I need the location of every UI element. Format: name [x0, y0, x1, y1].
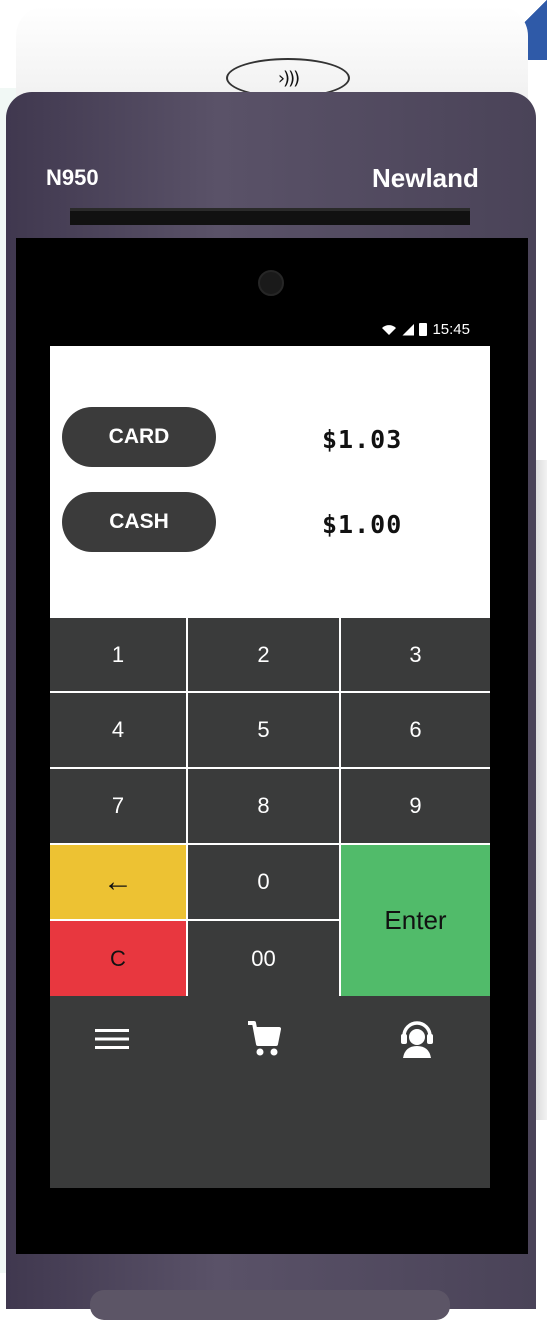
key-4[interactable]: 4	[50, 693, 186, 767]
bottom-nav	[50, 996, 490, 1188]
key-1[interactable]: 1	[50, 618, 186, 691]
key-0[interactable]: 0	[188, 845, 339, 919]
menu-icon	[95, 1029, 129, 1049]
key-2[interactable]: 2	[188, 618, 339, 691]
key-8[interactable]: 8	[188, 769, 339, 843]
signal-icon	[402, 323, 415, 336]
cash-payment-button[interactable]: CASH	[62, 492, 216, 552]
device-foot	[90, 1290, 450, 1320]
card-amount: $1.03	[322, 425, 403, 454]
status-bar: 15:45	[50, 315, 490, 346]
backspace-button[interactable]: ←	[50, 845, 186, 919]
key-6[interactable]: 6	[341, 693, 490, 767]
enter-button[interactable]: Enter	[341, 845, 490, 996]
clear-button[interactable]: C	[50, 921, 186, 996]
camera-icon	[258, 270, 284, 296]
status-icons: 15:45	[381, 321, 470, 338]
menu-button[interactable]	[82, 1014, 142, 1064]
key-7[interactable]: 7	[50, 769, 186, 843]
key-9[interactable]: 9	[341, 769, 490, 843]
key-3[interactable]: 3	[341, 618, 490, 691]
device-brand-label: Newland	[372, 163, 479, 193]
support-button[interactable]	[387, 1014, 447, 1064]
card-payment-button[interactable]: CARD	[62, 407, 216, 467]
battery-icon	[419, 323, 428, 336]
keypad: 1 2 3 4 5 6 7 8 9 ← 0 Enter C 00	[50, 616, 490, 996]
support-agent-icon	[401, 1021, 433, 1058]
cash-amount: $1.00	[322, 510, 403, 539]
key-00[interactable]: 00	[188, 921, 339, 996]
device-model-label: N950	[46, 165, 99, 190]
wifi-icon	[382, 325, 397, 335]
cart-button[interactable]	[234, 1014, 294, 1064]
key-5[interactable]: 5	[188, 693, 339, 767]
status-time: 15:45	[432, 321, 470, 338]
pos-screen: 15:45 CARD $1.03 CASH $1.00 1 2 3 4 5 6 …	[50, 315, 490, 1188]
cart-icon	[248, 1021, 281, 1056]
printer-slot	[70, 208, 470, 225]
